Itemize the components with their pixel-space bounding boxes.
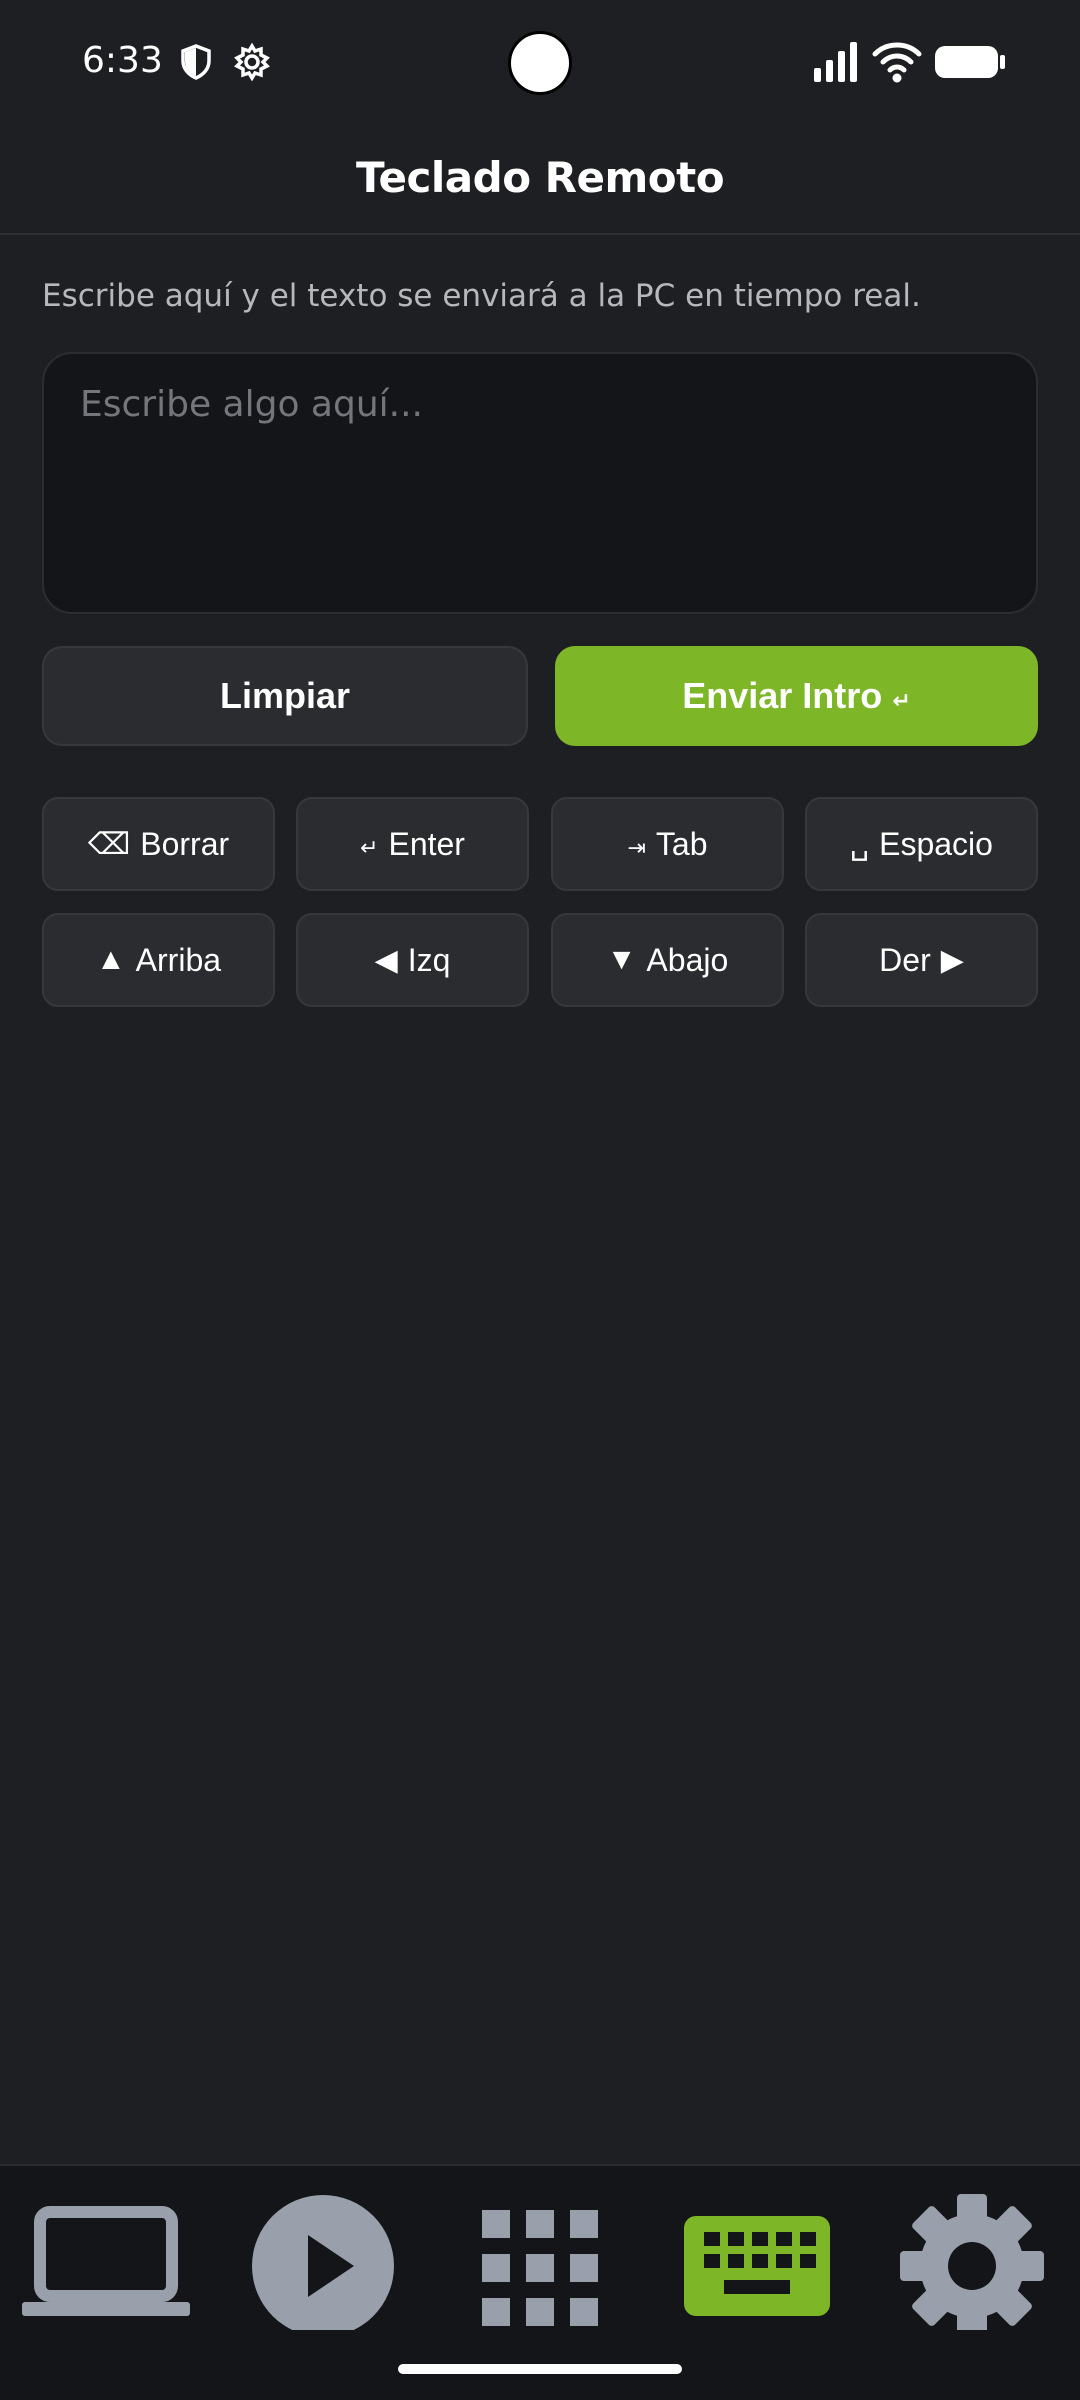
key-arrow-up[interactable]: ▲ Arriba — [42, 913, 275, 1007]
signal-icon — [814, 42, 857, 82]
page-title: Teclado Remoto — [355, 153, 725, 202]
battery-icon — [935, 46, 1005, 78]
key-tab[interactable]: ⇥ Tab — [551, 797, 784, 891]
status-time: 6:33 — [82, 40, 163, 81]
key-arrow-right[interactable]: Der ▶ — [805, 913, 1038, 1007]
description-text: Escribe aquí y el texto se enviará a la … — [42, 278, 921, 314]
screen: 6:33 Teclado Remoto Escribe aquí y el te… — [0, 0, 1080, 2400]
status-bar: 6:33 — [0, 0, 1080, 125]
front-camera — [508, 31, 572, 95]
tab-icon: ⇥ — [627, 835, 646, 860]
key-enter-label: Enter — [388, 825, 465, 862]
key-arrow-left[interactable]: ◀ Izq — [296, 913, 529, 1007]
key-enter[interactable]: ↵ Enter — [296, 797, 529, 891]
input-placeholder: Escribe algo aquí... — [80, 384, 423, 425]
shield-icon — [181, 44, 211, 80]
return-icon: ↵ — [892, 688, 911, 713]
key-arrow-down[interactable]: ▼ Abajo — [551, 913, 784, 1007]
app-header: Teclado Remoto — [0, 125, 1080, 235]
enter-icon: ↵ — [360, 835, 379, 860]
key-arrow-left-label: Izq — [407, 941, 451, 978]
key-tab-label: Tab — [655, 825, 708, 862]
nav-laptop-icon[interactable] — [18, 2180, 194, 2330]
send-enter-button[interactable]: Enviar Intro ↵ — [555, 646, 1038, 746]
nav-grid-icon[interactable] — [478, 2180, 602, 2330]
nav-settings-gear-icon[interactable] — [896, 2180, 1048, 2330]
backspace-icon: ⌫ — [87, 827, 131, 861]
nav-keyboard-icon[interactable] — [682, 2180, 832, 2330]
key-arrow-up-label: Arriba — [135, 941, 222, 978]
key-arrow-right-label: Der — [879, 941, 931, 978]
send-enter-label: Enviar Intro — [682, 675, 883, 716]
arrow-right-icon: ▶ — [940, 943, 964, 977]
key-space[interactable]: ␣ Espacio — [805, 797, 1038, 891]
clear-button-label: Limpiar — [219, 675, 351, 716]
space-icon: ␣ — [850, 827, 870, 861]
home-indicator[interactable] — [398, 2364, 682, 2374]
arrow-up-icon: ▲ — [95, 943, 126, 976]
remote-text-input[interactable]: Escribe algo aquí... — [42, 352, 1038, 614]
arrow-down-icon: ▼ — [606, 943, 637, 976]
wifi-icon — [872, 42, 922, 83]
key-space-label: Espacio — [879, 825, 993, 862]
arrow-left-icon: ◀ — [374, 943, 398, 977]
key-arrow-down-label: Abajo — [646, 941, 729, 978]
gear-icon — [234, 42, 270, 82]
key-backspace-label: Borrar — [140, 825, 230, 862]
clear-button[interactable]: Limpiar — [42, 646, 528, 746]
key-backspace[interactable]: ⌫ Borrar — [42, 797, 275, 891]
nav-play-icon[interactable] — [250, 2180, 396, 2330]
